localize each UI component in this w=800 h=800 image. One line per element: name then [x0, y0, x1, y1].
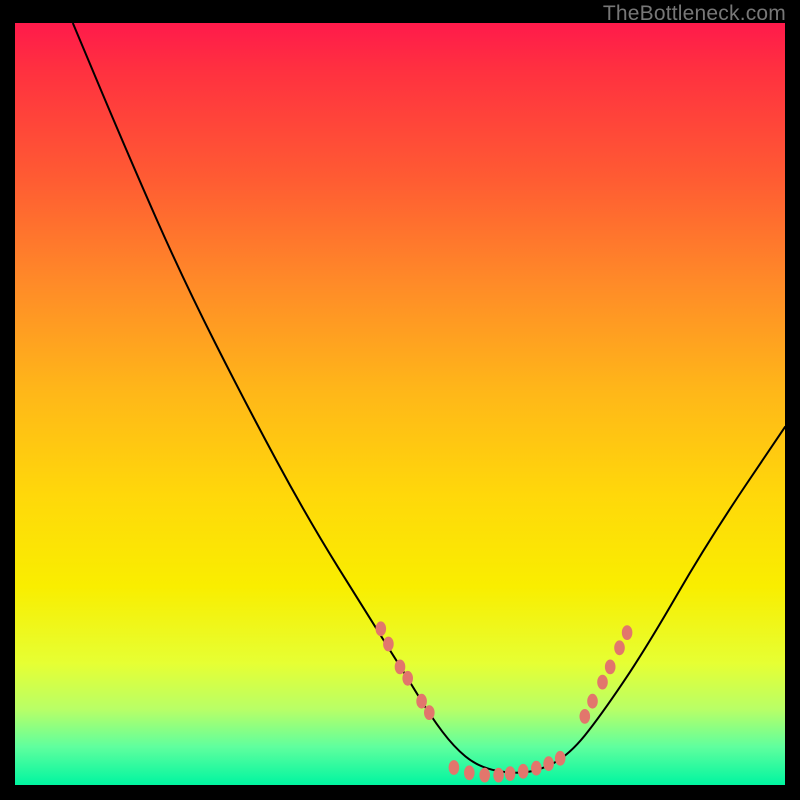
data-dot [605, 660, 616, 675]
data-dot [531, 761, 542, 776]
data-dot [518, 764, 529, 779]
data-dot [449, 760, 460, 775]
chart-frame: TheBottleneck.com [0, 0, 800, 800]
data-dot [555, 751, 566, 766]
data-dot [424, 705, 435, 720]
data-dots [376, 621, 633, 782]
data-dot [622, 625, 633, 640]
data-dot [402, 671, 413, 686]
data-dot [597, 675, 608, 690]
data-dot [464, 765, 475, 780]
data-dot [395, 660, 406, 675]
data-dot [505, 766, 516, 781]
data-dot [580, 709, 591, 724]
plot-area [15, 23, 785, 785]
curve-svg [15, 23, 785, 785]
bottleneck-curve [73, 23, 785, 773]
data-dot [383, 637, 394, 652]
data-dot [543, 756, 554, 771]
data-dot [479, 768, 490, 783]
data-dot [614, 640, 625, 655]
data-dot [416, 694, 427, 709]
data-dot [587, 694, 598, 709]
data-dot [493, 768, 504, 783]
data-dot [376, 621, 387, 636]
